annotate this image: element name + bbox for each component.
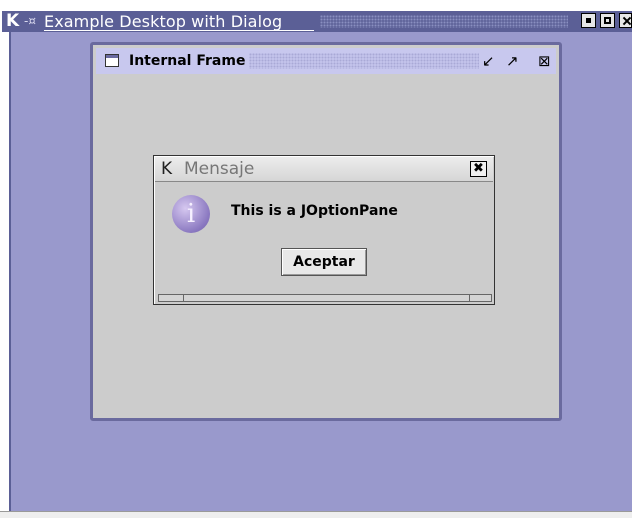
ok-button[interactable]: Aceptar [281, 248, 367, 276]
internal-frame-titlebar[interactable]: Internal Frame ↙ ↗ ⊠ [96, 48, 556, 74]
kde-menu-icon[interactable]: K [6, 11, 19, 32]
iconify-icon[interactable]: ↙ [482, 51, 495, 71]
close-icon[interactable]: ✖ [470, 161, 487, 177]
information-icon: i [172, 195, 210, 233]
close-icon[interactable] [619, 13, 632, 28]
dialog-titlebar[interactable]: K Mensaje ✖ [155, 157, 493, 182]
dialog-bottom-bar [158, 294, 492, 302]
message-dialog[interactable]: K Mensaje ✖ i This is a JOptionPane Acep… [153, 155, 495, 305]
close-icon[interactable]: ⊠ [538, 51, 551, 71]
titlebar-texture [320, 15, 568, 28]
maximize-icon[interactable]: ↗ [506, 51, 519, 71]
titlebar-texture [249, 53, 479, 69]
internal-frame-title: Internal Frame [129, 53, 246, 69]
window-icon[interactable] [105, 54, 119, 67]
dialog-message: This is a JOptionPane [231, 203, 398, 219]
kde-icon: K [161, 159, 173, 179]
pin-icon[interactable]: -¤ [24, 11, 36, 32]
maximize-icon[interactable] [600, 13, 615, 28]
minimize-icon[interactable] [581, 13, 596, 28]
outer-window: K -¤ Example Desktop with Dialog Interna… [0, 0, 632, 518]
outer-window-title: Example Desktop with Dialog [44, 12, 283, 31]
dialog-title: Mensaje [184, 159, 255, 179]
title-underline [44, 30, 314, 31]
outer-window-titlebar[interactable]: K -¤ Example Desktop with Dialog [2, 11, 632, 32]
